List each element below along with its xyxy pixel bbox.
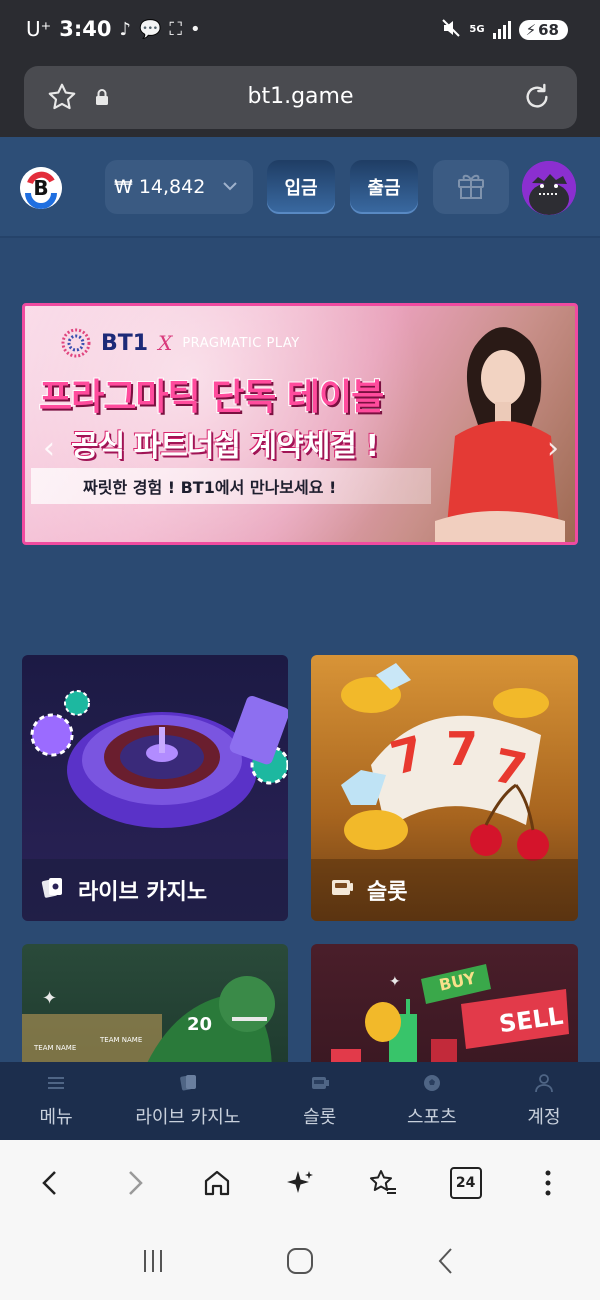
chevron-left-icon	[42, 1170, 57, 1195]
svg-text:B: B	[33, 176, 48, 200]
chevron-down-icon	[219, 175, 241, 202]
site-logo[interactable]: B	[20, 167, 62, 209]
home-button[interactable]	[187, 1153, 247, 1213]
ai-assist-button[interactable]	[270, 1153, 330, 1213]
slot-machine-icon	[309, 1073, 331, 1098]
back-system-icon	[438, 1247, 452, 1274]
battery-indicator: ⚡ 68	[518, 20, 568, 40]
gift-button[interactable]	[433, 160, 509, 214]
banner-x: X	[158, 331, 173, 355]
soccer-ball-icon	[421, 1073, 443, 1098]
bookmark-list-icon	[369, 1169, 396, 1194]
forward-button[interactable]	[104, 1153, 164, 1213]
balance-amount: ₩ 14,842	[114, 176, 206, 198]
svg-text:7: 7	[446, 722, 478, 776]
banner-subtitle: 짜릿한 경험 ! BT1에서 만나보세요 !	[31, 468, 431, 504]
more-menu-button[interactable]	[518, 1153, 578, 1213]
site-header: B ₩ 14,842 입금 출금	[0, 137, 600, 238]
clock: 3:40	[59, 17, 112, 41]
menu-icon	[45, 1073, 67, 1098]
banner-title-line1: 프라그마틱 단독 테이블	[39, 377, 384, 418]
recent-apps-button[interactable]	[138, 1246, 168, 1280]
nav-label: 스포츠	[406, 1107, 457, 1128]
sports-illustration: ✦	[22, 976, 275, 1074]
balance-dropdown[interactable]: ₩ 14,842	[105, 160, 253, 214]
nav-label: 슬롯	[303, 1107, 337, 1128]
charging-icon: ⚡	[525, 21, 537, 39]
nav-item-slots[interactable]: 슬롯	[264, 1062, 376, 1140]
chevron-right-icon	[129, 1170, 144, 1195]
mute-icon	[441, 18, 461, 42]
banner-dealer-image	[435, 327, 565, 542]
gift-icon	[454, 168, 488, 206]
nav-item-menu[interactable]: 메뉴	[0, 1062, 112, 1140]
nav-item-account[interactable]: 계정	[488, 1062, 600, 1140]
url-text: bt1.game	[247, 84, 354, 109]
svg-text:✦: ✦	[389, 974, 401, 990]
tabs-icon: 24	[449, 1166, 482, 1199]
tab-count: 24	[455, 1174, 476, 1191]
tiktok-icon: ♪	[119, 18, 131, 40]
browser-url-area: bt1.game	[0, 62, 600, 137]
more-vertical-icon	[545, 1170, 551, 1195]
nav-item-sports[interactable]: 스포츠	[376, 1062, 488, 1140]
recent-apps-icon	[144, 1249, 163, 1272]
team-name: TEAM NAME	[34, 1044, 77, 1052]
banner-partner-name: PRAGMATIC PLAY	[182, 335, 300, 351]
cards-icon	[40, 874, 66, 906]
promo-banner[interactable]: BT1 X PRAGMATIC PLAY 프라그마틱 단독 테이블 공식 파트너…	[22, 303, 578, 545]
category-label: 슬롯	[367, 880, 408, 905]
nav-label: 메뉴	[39, 1107, 73, 1128]
bottom-nav: 메뉴 라이브 카지노 슬롯 스포츠 계정	[0, 1062, 600, 1140]
category-card-live-casino[interactable]: 라이브 카지노	[22, 655, 288, 921]
back-system-button[interactable]	[432, 1246, 462, 1280]
bt1-logo-icon	[61, 328, 91, 358]
nav-label: 계정	[527, 1107, 561, 1128]
banner-title-line2: 공식 파트너쉽 계약체결 !	[71, 429, 379, 464]
home-system-button[interactable]	[285, 1246, 315, 1280]
category-card-slots[interactable]: 7 7 7 슬롯	[311, 655, 578, 921]
slot-illustration: 7 7 7	[341, 663, 549, 861]
back-button[interactable]	[21, 1153, 81, 1213]
bookmarks-button[interactable]	[353, 1153, 413, 1213]
system-nav-bar	[0, 1225, 600, 1300]
jersey-number: 20	[187, 1014, 213, 1035]
category-card-trading[interactable]: ✦ BUY SELL	[311, 944, 578, 1074]
user-icon	[533, 1073, 555, 1098]
roulette-illustration	[30, 690, 288, 828]
svg-text:✦: ✦	[42, 988, 57, 1009]
banner-next-arrow[interactable]: ›	[547, 431, 559, 466]
nav-label: 라이브 카지노	[135, 1107, 241, 1128]
signal-icon	[492, 21, 511, 39]
notification-dot-icon: •	[189, 18, 201, 40]
nav-item-live-casino[interactable]: 라이브 카지노	[112, 1062, 263, 1140]
tabs-button[interactable]: 24	[436, 1153, 496, 1213]
home-system-icon	[286, 1247, 313, 1274]
chat-icon: 💬	[138, 18, 162, 40]
avatar[interactable]	[522, 161, 576, 215]
withdraw-button[interactable]: 출금	[350, 160, 418, 214]
slot-machine-icon	[329, 874, 355, 906]
team-name: TEAM NAME	[100, 1036, 143, 1044]
category-card-sports[interactable]: ✦ 20 TEAM NAME TEAM NAME	[22, 944, 288, 1074]
screenshot-icon: ⛶	[169, 18, 182, 40]
network-type: 5G	[469, 24, 485, 35]
banner-partner-logos: BT1 X PRAGMATIC PLAY	[61, 328, 300, 358]
status-bar: U⁺ 3:40 ♪ 💬 ⛶ • 5G ⚡ 68	[0, 0, 600, 62]
reload-icon[interactable]	[521, 81, 553, 117]
home-icon	[205, 1170, 230, 1195]
sparkle-icon	[286, 1170, 313, 1193]
carrier-label: U⁺	[26, 17, 52, 41]
browser-toolbar: 24	[0, 1140, 600, 1225]
address-bar[interactable]: bt1.game	[24, 66, 577, 129]
cards-icon	[177, 1073, 199, 1098]
banner-brand: BT1	[101, 330, 149, 356]
banner-prev-arrow[interactable]: ‹	[43, 431, 55, 466]
category-label: 라이브 카지노	[78, 880, 208, 905]
deposit-button[interactable]: 입금	[267, 160, 335, 214]
battery-level: 68	[538, 21, 559, 39]
